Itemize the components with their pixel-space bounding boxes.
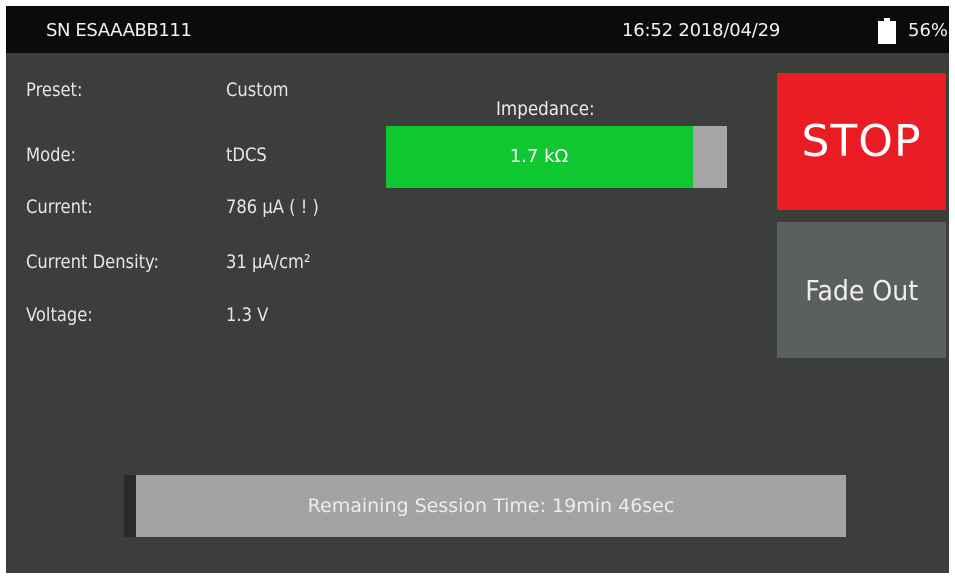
mode-label: Mode: (26, 144, 77, 166)
current-density-value: 31 µA/cm² (226, 251, 311, 273)
date-time: 16:52 2018/04/29 (622, 20, 781, 41)
status-bar: SN ESAAABB111 16:52 2018/04/29 56% (6, 6, 949, 53)
impedance-label: Impedance: (496, 98, 595, 120)
current-label: Current: (26, 196, 93, 218)
preset-label: Preset: (26, 79, 83, 101)
current-density-label: Current Density: (26, 251, 160, 273)
serial-number: SN ESAAABB111 (46, 20, 192, 41)
current-value: 786 µA ( ! ) (226, 196, 319, 218)
fade-out-button[interactable]: Fade Out (777, 222, 946, 358)
voltage-value: 1.3 V (226, 304, 269, 326)
remaining-session-bar: Remaining Session Time: 19min 46sec (124, 475, 846, 537)
impedance-bar: 1.7 kΩ (386, 126, 727, 188)
stop-button[interactable]: STOP (777, 73, 946, 210)
remaining-session-time: Remaining Session Time: 19min 46sec (307, 495, 675, 517)
battery-icon (878, 18, 896, 44)
session-bar-stripe (124, 475, 136, 537)
preset-value: Custom (226, 79, 289, 101)
impedance-value: 1.7 kΩ (509, 146, 569, 167)
device-screen: SN ESAAABB111 16:52 2018/04/29 56% Prese… (6, 6, 949, 573)
battery-percentage: 56% (908, 20, 949, 41)
mode-value: tDCS (226, 144, 267, 166)
voltage-label: Voltage: (26, 304, 93, 326)
fade-out-label: Fade Out (805, 273, 918, 307)
